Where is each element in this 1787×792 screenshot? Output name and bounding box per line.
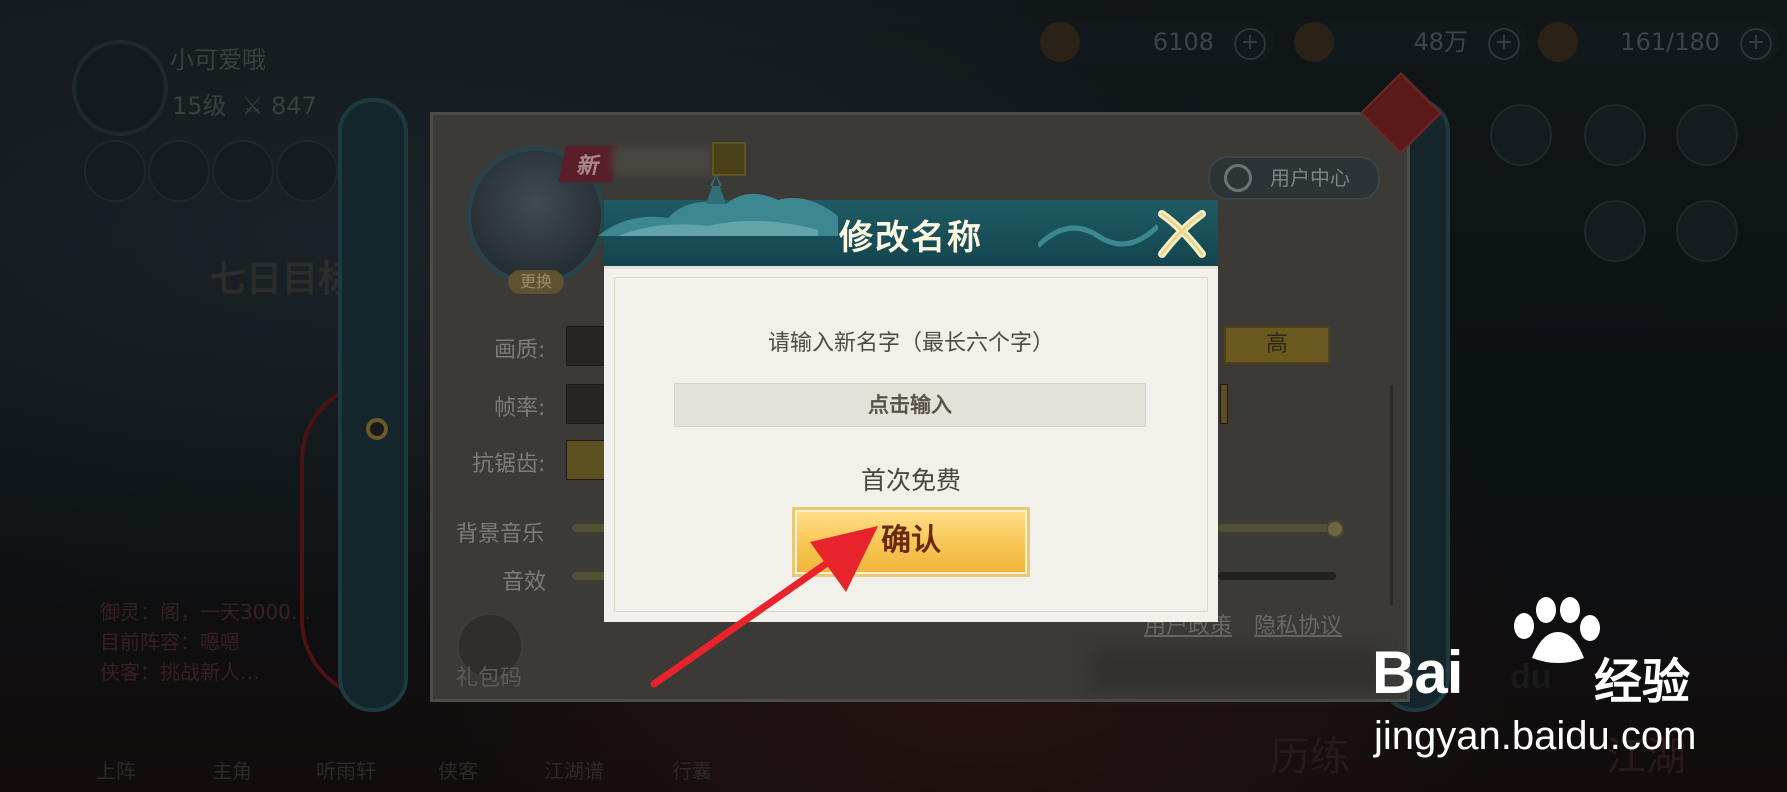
sfx-slider-right[interactable] bbox=[1218, 572, 1336, 580]
resource-stamina: 161/180 + bbox=[1538, 20, 1780, 64]
music-label: 背景音乐 bbox=[456, 522, 545, 547]
bg-feature-icon[interactable] bbox=[1490, 104, 1552, 166]
jingyan-logo-text: 经验 bbox=[1594, 654, 1691, 710]
bg-feature-icon[interactable] bbox=[1584, 104, 1646, 166]
privacy-policy-link[interactable]: 隐私协议 bbox=[1254, 608, 1342, 640]
ticket-count: 6108 bbox=[1152, 28, 1214, 56]
framerate-options[interactable] bbox=[566, 384, 608, 424]
player-level: 15级 ⚔ 847 bbox=[172, 92, 317, 120]
power-icon: ⚔ bbox=[241, 92, 264, 120]
nav-tingyu[interactable]: 听雨轩 bbox=[316, 755, 376, 784]
bg-feature-icon[interactable] bbox=[1676, 104, 1738, 166]
coin-count: 48万 bbox=[1413, 28, 1468, 56]
quality-label: 画质: bbox=[494, 338, 546, 363]
antialias-label: 抗锯齿: bbox=[472, 452, 546, 477]
annotation-arrow-icon bbox=[650, 526, 878, 688]
name-prompt: 请输入新名字（最长六个字） bbox=[767, 331, 1054, 356]
bg-feature-icon[interactable] bbox=[1584, 200, 1646, 262]
bg-feature-icon[interactable] bbox=[1676, 200, 1738, 262]
notice-line: 侠客：挑战新人… bbox=[100, 660, 260, 684]
music-slider[interactable] bbox=[572, 524, 608, 532]
framerate-label: 帧率: bbox=[494, 396, 546, 421]
quality-options[interactable] bbox=[566, 326, 608, 366]
sfx-label: 音效 bbox=[502, 570, 547, 595]
music-slider-knob[interactable] bbox=[1326, 520, 1344, 538]
blurred-uid bbox=[1090, 648, 1380, 692]
scroll-ring bbox=[366, 418, 388, 440]
bg-menu-icon[interactable] bbox=[212, 140, 274, 202]
dialog-header: 修改名称 bbox=[598, 174, 1218, 266]
nav-jianghu[interactable]: 江湖谱 bbox=[544, 755, 604, 784]
baidu-du-text: du bbox=[1510, 658, 1552, 696]
user-center-button[interactable]: 用户中心 bbox=[1208, 156, 1380, 200]
coin-icon bbox=[1294, 22, 1334, 62]
framerate-option-right[interactable] bbox=[1220, 384, 1228, 424]
first-time-free-note: 首次免费 bbox=[860, 466, 961, 495]
bg-menu-icon[interactable] bbox=[276, 140, 338, 202]
player-avatar[interactable] bbox=[72, 40, 168, 136]
scroll-roller-left bbox=[338, 98, 408, 712]
nav-bag[interactable]: 行囊 bbox=[672, 755, 712, 784]
ticket-icon bbox=[1040, 22, 1080, 62]
baidu-jingyan-watermark: Bai du 经验 jingyan.baidu.com bbox=[1372, 596, 1752, 776]
watermark-url: jingyan.baidu.com bbox=[1374, 714, 1697, 758]
add-ticket-button[interactable]: + bbox=[1234, 28, 1266, 60]
resource-coin: 48万 + bbox=[1294, 20, 1528, 64]
new-name-input[interactable]: 点击输入 bbox=[674, 383, 1146, 427]
refresh-icon bbox=[1224, 164, 1252, 192]
sfx-slider[interactable] bbox=[572, 572, 608, 580]
nav-trials[interactable]: 历练 bbox=[1270, 724, 1350, 782]
antialias-options[interactable] bbox=[566, 440, 608, 480]
notice-line: 御灵：阁，一天3000… bbox=[100, 600, 311, 624]
nav-hero[interactable]: 主角 bbox=[212, 755, 252, 784]
notice-line: 目前阵容：嗯嗯 bbox=[100, 630, 240, 654]
add-coin-button[interactable]: + bbox=[1488, 28, 1520, 60]
nav-heroes[interactable]: 侠客 bbox=[438, 755, 478, 784]
quality-high-option[interactable]: 高 bbox=[1224, 326, 1330, 364]
resource-ticket: 6108 + bbox=[1040, 20, 1274, 64]
close-icon[interactable] bbox=[1156, 208, 1208, 260]
bg-menu-icon[interactable] bbox=[148, 140, 210, 202]
add-stamina-button[interactable]: + bbox=[1740, 28, 1772, 60]
change-avatar-button[interactable]: 更换 bbox=[508, 270, 564, 294]
panel-scrollbar[interactable] bbox=[1390, 385, 1393, 605]
stamina-icon bbox=[1538, 22, 1578, 62]
bg-menu-icon[interactable] bbox=[84, 140, 146, 202]
player-name: 小可爱哦 bbox=[170, 46, 266, 74]
nav-lineup[interactable]: 上阵 bbox=[96, 755, 136, 784]
user-center-label: 用户中心 bbox=[1270, 166, 1350, 190]
gift-code-label: 礼包码 bbox=[456, 666, 523, 691]
power-value: 847 bbox=[270, 92, 317, 120]
stamina-count: 161/180 bbox=[1620, 28, 1720, 56]
event-title: 七日目标 bbox=[210, 259, 355, 300]
dialog-title: 修改名称 bbox=[839, 218, 983, 258]
music-slider-right[interactable] bbox=[1218, 524, 1336, 532]
